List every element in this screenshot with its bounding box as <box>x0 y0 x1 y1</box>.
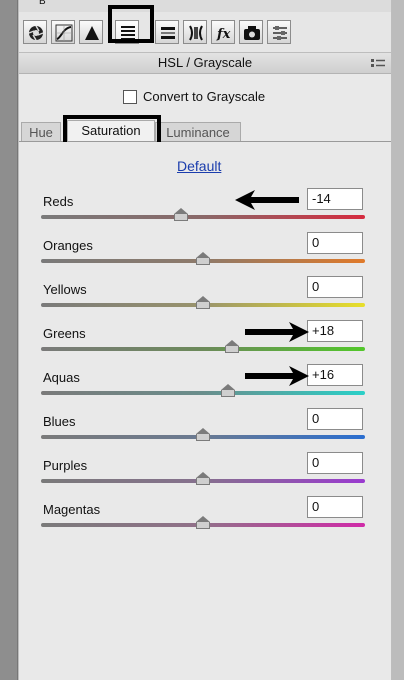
arrow-icon <box>245 366 309 386</box>
arrow-icon <box>245 322 309 342</box>
slider-value-input[interactable]: +16 <box>307 364 363 386</box>
panel-title: HSL / Grayscale <box>157 55 253 70</box>
slider-label: Greens <box>43 326 86 341</box>
panel-toolbar: fx <box>19 12 391 54</box>
tab-luminance[interactable]: Luminance <box>155 122 241 142</box>
slider-value-input[interactable]: -14 <box>307 188 363 210</box>
tone-curve-icon[interactable] <box>51 20 75 44</box>
slider-value-input[interactable]: 0 <box>307 232 363 254</box>
slider-label: Yellows <box>43 282 87 297</box>
slider-value-input[interactable]: +18 <box>307 320 363 342</box>
tab-hue[interactable]: Hue <box>21 122 61 142</box>
convert-grayscale-label[interactable]: Convert to Grayscale <box>143 89 265 104</box>
svg-text:fx: fx <box>216 27 231 42</box>
lens-corrections-icon[interactable] <box>183 20 207 44</box>
slider-label: Reds <box>43 194 74 209</box>
grayscale-option: Convert to Grayscale <box>19 86 391 110</box>
slider-label: Blues <box>43 414 76 429</box>
slider-track[interactable] <box>41 391 365 395</box>
split-toning-icon[interactable] <box>155 20 179 44</box>
slider-value-input[interactable]: 0 <box>307 276 363 298</box>
slider-label: Aquas <box>43 370 80 385</box>
basic-aperture-icon[interactable] <box>23 20 47 44</box>
slider-track[interactable] <box>41 215 365 219</box>
slider-track[interactable] <box>41 347 365 351</box>
slider-label: Oranges <box>43 238 93 253</box>
right-window-edge <box>390 0 404 680</box>
slider-label: Magentas <box>43 502 101 517</box>
develop-panel: B fx HSL / Grayscale Convert to Grayscal… <box>18 0 392 680</box>
left-window-edge <box>0 0 18 680</box>
slider-row-magentas: Magentas 0 <box>19 496 391 546</box>
cut-off-text: B <box>39 0 46 7</box>
slider-value-input[interactable]: 0 <box>307 408 363 430</box>
effects-fx-icon[interactable]: fx <box>211 20 235 44</box>
slider-value-input[interactable]: 0 <box>307 496 363 518</box>
panel-header[interactable]: HSL / Grayscale <box>19 52 391 74</box>
default-link[interactable]: Default <box>177 158 221 174</box>
camera-calibration-icon[interactable] <box>239 20 263 44</box>
arrow-icon <box>235 190 299 210</box>
convert-grayscale-checkbox[interactable] <box>123 90 137 104</box>
toolbar-highlight-box <box>108 5 154 43</box>
presets-sliders-icon[interactable] <box>267 20 291 44</box>
detail-triangle-icon[interactable] <box>79 20 103 44</box>
slider-value-input[interactable]: 0 <box>307 452 363 474</box>
slider-label: Purples <box>43 458 88 473</box>
panel-menu-icon[interactable] <box>371 59 385 67</box>
